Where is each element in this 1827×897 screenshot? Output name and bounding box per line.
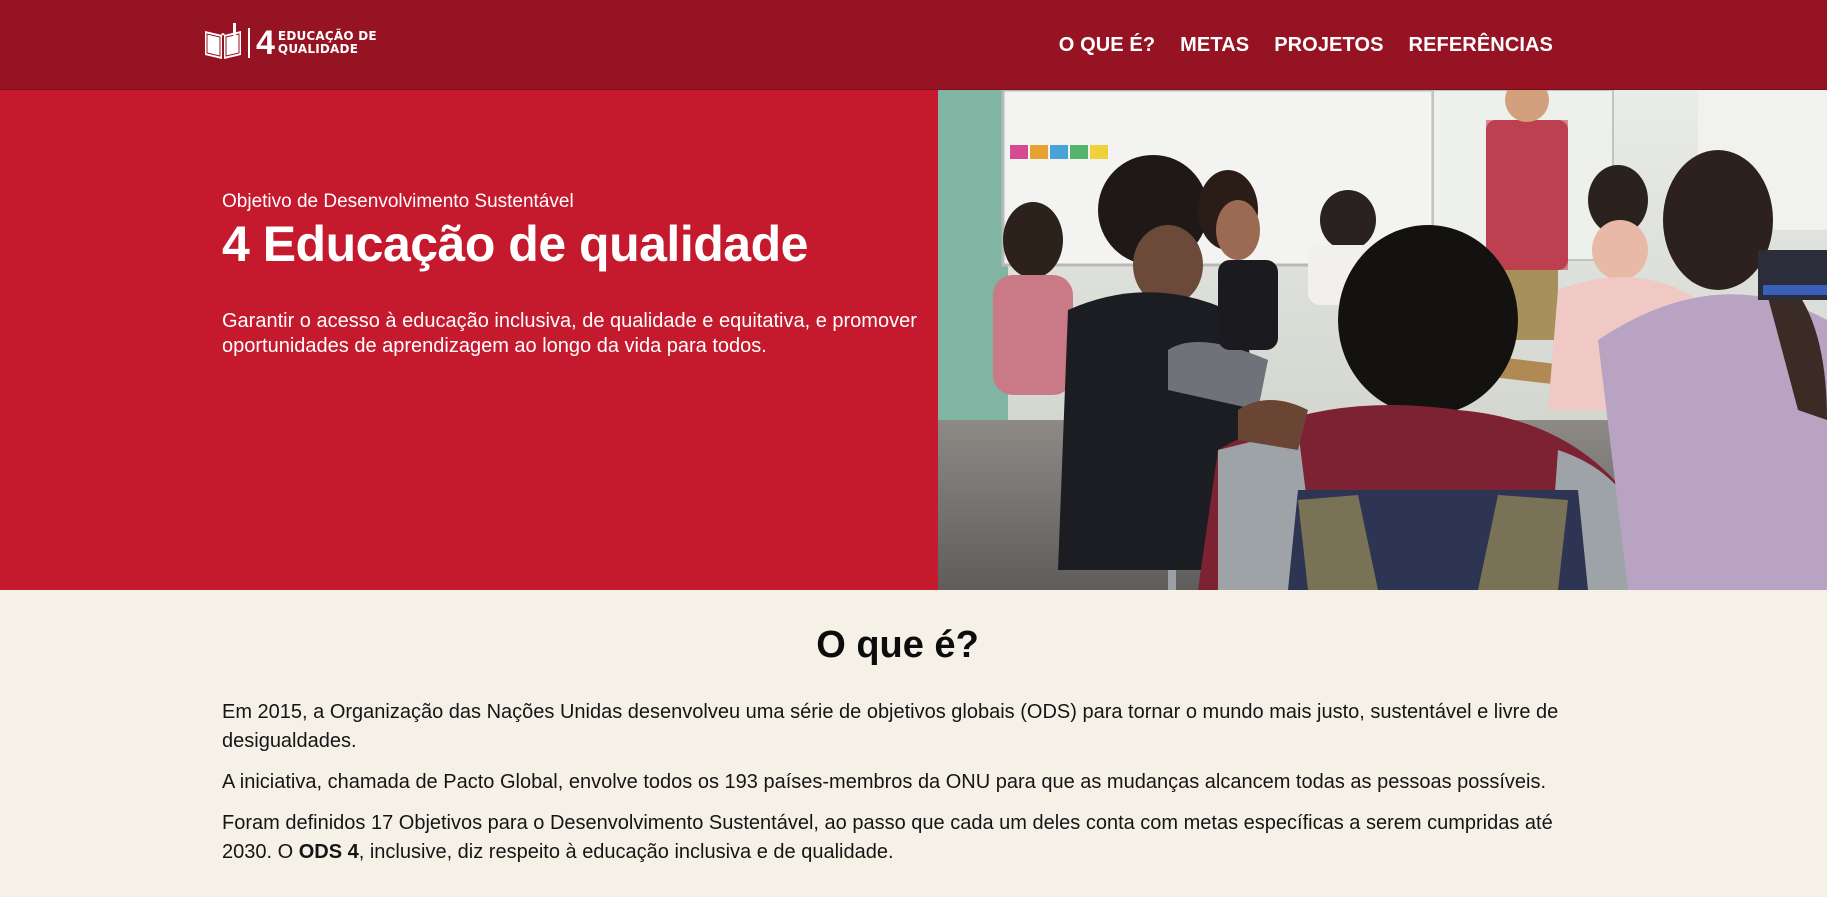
about-paragraph-3-end: , inclusive, diz respeito à educação inc… — [358, 841, 894, 863]
open-book-icon — [205, 23, 241, 59]
hero-description: Garantir o acesso à educação inclusiva, … — [222, 310, 917, 357]
logo-text-line2: QUALIDADE — [277, 42, 359, 56]
about-paragraph-1: Em 2015, a Organização das Nações Unidas… — [222, 701, 1559, 752]
hero-title: 4 Educação de qualidade — [222, 216, 808, 272]
about-content: Em 2015, a Organização das Nações Unidas… — [222, 698, 1567, 879]
nav-link-projetos[interactable]: PROJETOS — [1274, 32, 1383, 58]
site-header: 4 EDUCAÇÃO DE QUALIDADE O QUE É? METAS P… — [0, 0, 1827, 90]
main-nav: O QUE É? METAS PROJETOS REFERÊNCIAS — [1059, 32, 1553, 58]
nav-link-o-que-e[interactable]: O QUE É? — [1059, 32, 1155, 58]
ods4-highlight: ODS 4 — [298, 841, 359, 863]
sdg4-logo[interactable]: 4 EDUCAÇÃO DE QUALIDADE — [203, 22, 377, 64]
logo-number: 4 — [256, 24, 275, 62]
logo-divider — [248, 28, 250, 58]
logo-text: EDUCAÇÃO DE QUALIDADE — [278, 30, 377, 56]
nav-link-metas[interactable]: METAS — [1180, 32, 1249, 58]
section-title-o-que-e: O que é? — [816, 624, 979, 666]
hero-panel: Objetivo de Desenvolvimento Sustentável … — [0, 90, 938, 590]
classroom-illustration — [938, 90, 1827, 590]
hero-kicker: Objetivo de Desenvolvimento Sustentável — [222, 191, 574, 212]
about-paragraph-2: A iniciativa, chamada de Pacto Global, e… — [222, 771, 1547, 793]
classroom-photo — [938, 90, 1827, 590]
nav-link-referencias[interactable]: REFERÊNCIAS — [1409, 32, 1553, 58]
about-paragraph-3: Foram definidos 17 Objetivos para o Dese… — [222, 809, 1567, 867]
